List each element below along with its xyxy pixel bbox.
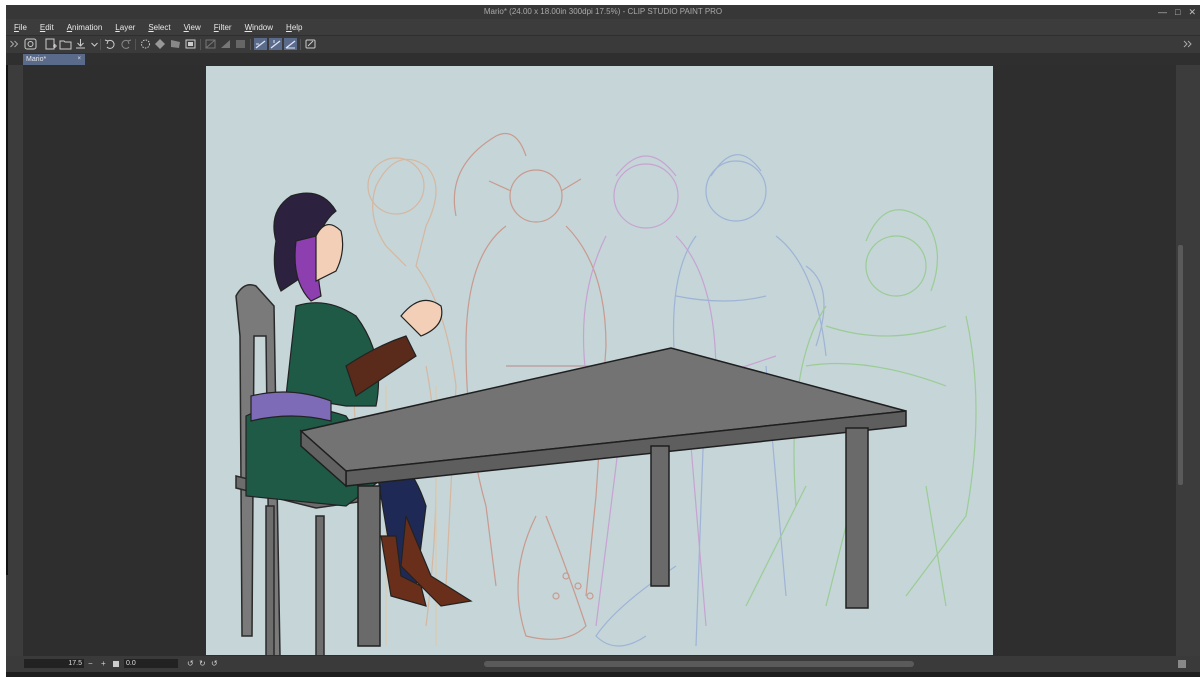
maximize-icon[interactable]: □ [1175, 5, 1180, 19]
open-icon[interactable] [59, 38, 72, 50]
horizontal-scroll-thumb[interactable] [484, 661, 914, 667]
zoom-in-button[interactable]: + [101, 659, 106, 668]
toolbar-collapse-icon[interactable] [1182, 38, 1195, 50]
save-icon[interactable] [74, 38, 87, 50]
menu-file[interactable]: File [14, 23, 27, 32]
snap-grid-icon[interactable] [284, 38, 297, 50]
command-bar [6, 35, 1200, 54]
lock-layer-icon[interactable] [234, 38, 247, 50]
close-icon[interactable]: ✕ [1188, 5, 1196, 19]
undo-icon[interactable] [104, 38, 117, 50]
toolbar-separator [135, 39, 136, 50]
menu-layer[interactable]: Layer [115, 23, 135, 32]
menu-view[interactable]: View [184, 23, 201, 32]
corner-icon[interactable] [1178, 660, 1186, 668]
clear-icon[interactable] [139, 38, 152, 50]
menu-edit[interactable]: Edit [40, 23, 54, 32]
canvas-workspace[interactable] [23, 65, 1176, 656]
zoom-input[interactable]: 17.5 [24, 659, 84, 668]
minimize-icon[interactable]: — [1158, 5, 1167, 19]
vertical-scrollbar[interactable] [1176, 65, 1186, 656]
left-edge [6, 5, 8, 575]
menu-bar: File Edit Animation Layer Select View Fi… [6, 19, 1200, 35]
snap-ruler-icon[interactable] [254, 38, 267, 50]
menu-help[interactable]: Help [286, 23, 302, 32]
fill-icon[interactable] [154, 38, 167, 50]
fit-view-icon[interactable] [113, 661, 119, 667]
vertical-scroll-thumb[interactable] [1178, 245, 1183, 485]
reset-rotation-icon[interactable]: ↺ [211, 659, 218, 668]
snap-special-icon[interactable] [269, 38, 282, 50]
toolbar-separator [300, 39, 301, 50]
toolbar-separator [100, 39, 101, 50]
status-bar: 17.5 − + 0.0 ↺ ↻ ↺ [6, 656, 1200, 672]
document-tab-label: Mario* [26, 56, 47, 63]
clip-layer-icon[interactable] [204, 38, 217, 50]
scale-icon[interactable] [184, 38, 197, 50]
app-window: Mario* (24.00 x 18.00in 300dpi 17.5%) - … [6, 5, 1200, 677]
transform-icon[interactable] [169, 38, 182, 50]
menu-window[interactable]: Window [245, 23, 273, 32]
tab-close-icon[interactable]: × [77, 54, 81, 65]
title-bar: Mario* (24.00 x 18.00in 300dpi 17.5%) - … [6, 5, 1200, 19]
toolbar-separator [200, 39, 201, 50]
menu-filter[interactable]: Filter [214, 23, 232, 32]
document-tab[interactable]: Mario* × [23, 54, 85, 65]
toolbar-separator [250, 39, 251, 50]
rotate-left-icon[interactable]: ↺ [187, 659, 194, 668]
window-title: Mario* (24.00 x 18.00in 300dpi 17.5%) - … [483, 7, 723, 16]
menu-animation[interactable]: Animation [67, 23, 103, 32]
clip-studio-icon[interactable] [24, 38, 37, 50]
redo-icon[interactable] [119, 38, 132, 50]
panel-collapse-icon[interactable] [8, 38, 19, 50]
save-dropdown-icon[interactable] [88, 38, 98, 50]
new-icon[interactable] [44, 38, 57, 50]
document-tab-bar: Mario* × [6, 53, 1200, 65]
rotate-right-icon[interactable]: ↻ [199, 659, 206, 668]
window-controls: — □ ✕ [1158, 5, 1196, 19]
artwork [235, 132, 977, 655]
menu-select[interactable]: Select [148, 23, 170, 32]
rotation-input[interactable]: 0.0 [124, 659, 178, 668]
drawing-canvas[interactable] [206, 66, 993, 655]
bottom-edge [6, 672, 1200, 677]
settings-icon[interactable] [304, 38, 317, 50]
zoom-out-button[interactable]: − [88, 659, 93, 668]
reference-layer-icon[interactable] [219, 38, 232, 50]
